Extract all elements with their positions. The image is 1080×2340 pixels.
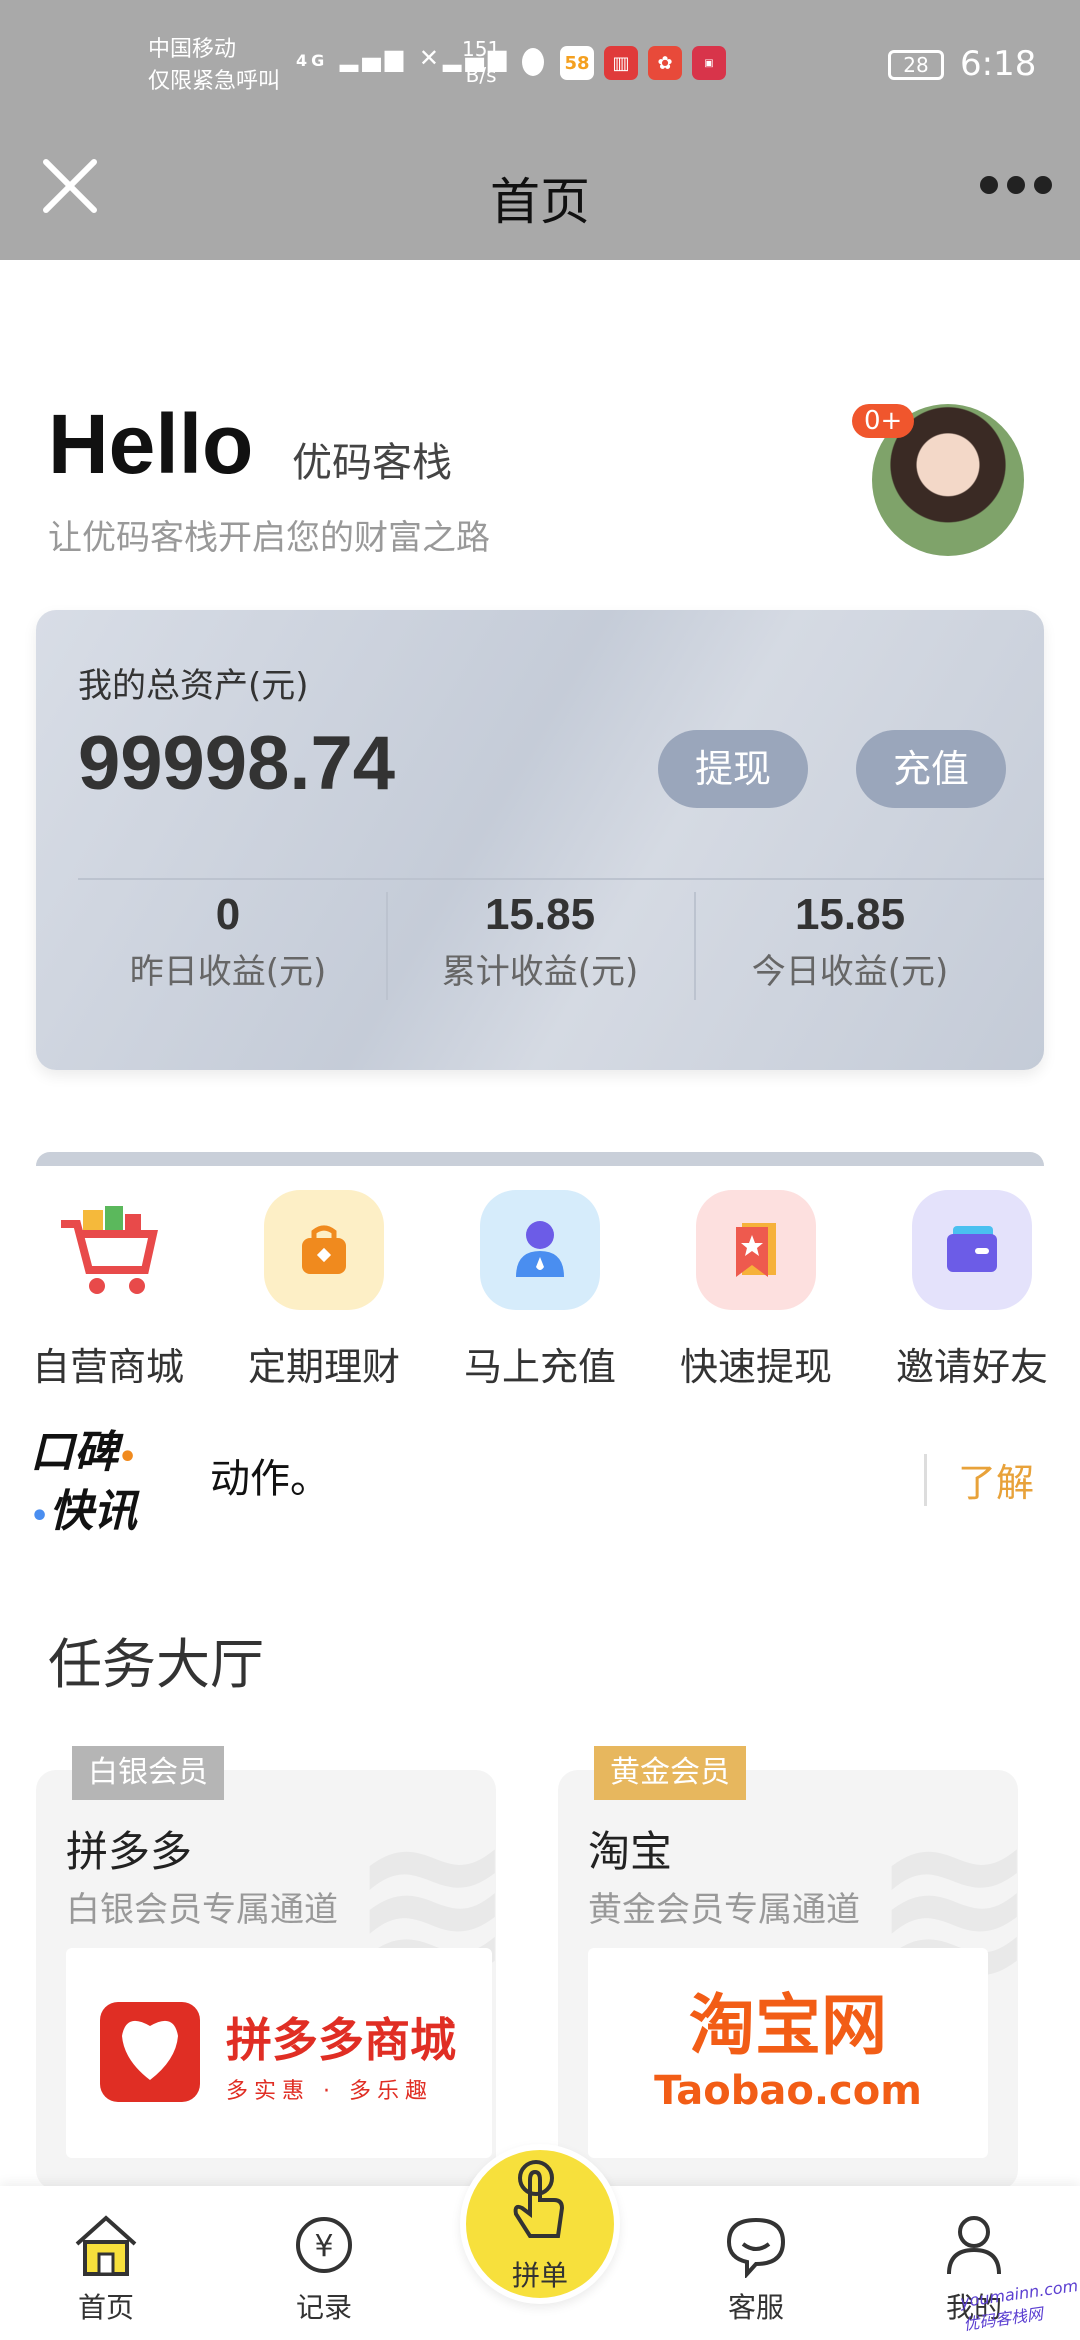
quick-menu-label: 邀请好友 bbox=[895, 1345, 1048, 1389]
total-assets-label: 我的总资产(元) bbox=[78, 666, 309, 706]
news-more-link[interactable]: 了解 bbox=[958, 1452, 1034, 1507]
section-title: 任务大厅 bbox=[48, 1633, 264, 1696]
fab-label: 拼单 bbox=[511, 2259, 568, 2292]
total-assets-value: 99998.74 bbox=[78, 721, 395, 806]
user-icon bbox=[947, 2216, 1001, 2275]
quick-menu-label: 定期理财 bbox=[247, 1345, 400, 1389]
speed-value: 151 bbox=[462, 37, 501, 61]
divider bbox=[694, 892, 696, 1000]
message-badge[interactable]: 0+ bbox=[852, 404, 915, 438]
pdd-logo-slogan: 多实惠 · 多乐趣 bbox=[226, 2079, 433, 2104]
quick-menu-withdraw[interactable]: 快速提现 bbox=[648, 1190, 864, 1391]
news-logo: 口碑• •快讯 bbox=[30, 1427, 138, 1537]
qq-icon bbox=[516, 46, 550, 80]
svg-text:¥: ¥ bbox=[314, 2229, 333, 2264]
recharge-button[interactable]: 充值 bbox=[856, 730, 1006, 808]
group-order-button[interactable]: 拼单 bbox=[460, 2144, 620, 2304]
reader-app-icon: ▥ bbox=[604, 46, 638, 80]
brand-name: 优码客栈 bbox=[292, 440, 452, 486]
asset-card: 我的总资产(元) 99998.74 提现 充值 0 昨日收益(元) 15.85 … bbox=[36, 610, 1044, 1070]
bookmark-star-icon bbox=[696, 1190, 816, 1310]
task-name: 淘宝 bbox=[588, 1827, 673, 1876]
taobao-logo: 淘宝网 Taobao.com bbox=[588, 1948, 988, 2158]
taobao-logo-title: 淘宝网 bbox=[689, 1987, 887, 2064]
tab-label: 客服 bbox=[727, 2291, 784, 2324]
more-button[interactable] bbox=[980, 170, 1052, 200]
stat-cumulative: 15.85 累计收益(元) bbox=[390, 890, 690, 993]
greeting-hello: Hello bbox=[48, 397, 254, 491]
pdd-logo: 拼多多商城 多实惠 · 多乐趣 bbox=[66, 1948, 492, 2158]
tab-label: 首页 bbox=[77, 2291, 134, 2324]
signal-icon: ▂▄▆ bbox=[339, 44, 408, 72]
status-bar: 中国移动 仅限紧急呼叫 4G ▂▄▆ ✕▂▄▆ ◠ 151 B/s 58 ▥ ✿… bbox=[0, 0, 1080, 130]
tab-customer-service[interactable]: 客服 bbox=[676, 2212, 836, 2326]
divider bbox=[386, 892, 388, 1000]
wallet-icon bbox=[912, 1190, 1032, 1310]
news-logo-line1: 口碑 bbox=[30, 1427, 118, 1478]
quick-menu-recharge[interactable]: 马上充值 bbox=[432, 1190, 648, 1391]
more-icon-dot bbox=[1034, 176, 1052, 194]
task-subtitle: 白银会员专属通道 bbox=[66, 1890, 338, 1930]
nav-bar: 首页 bbox=[0, 130, 1080, 260]
quick-menu-label: 自营商城 bbox=[31, 1345, 184, 1389]
58-app-icon: 58 bbox=[560, 46, 594, 80]
lotus-app-icon: ✿ bbox=[648, 46, 682, 80]
person-icon bbox=[480, 1190, 600, 1310]
divider bbox=[924, 1454, 927, 1506]
news-logo-line2: 快讯 bbox=[49, 1486, 138, 1537]
secondary-card-edge bbox=[36, 1152, 1044, 1166]
quick-menu: 自营商城 定期理财 马上充值 快速提现 邀请好友 bbox=[0, 1190, 1080, 1390]
carrier-info: 中国移动 仅限紧急呼叫 bbox=[148, 34, 280, 98]
task-name: 拼多多 bbox=[66, 1827, 193, 1876]
slogan: 让优码客栈开启您的财富之路 bbox=[48, 518, 490, 558]
quick-menu-label: 马上充值 bbox=[463, 1345, 616, 1389]
pdd-logo-title: 拼多多商城 bbox=[226, 2013, 456, 2067]
task-card-taobao[interactable]: ≋ 淘宝 黄金会员专属通道 淘宝网 Taobao.com bbox=[558, 1770, 1018, 2190]
yuan-record-icon: ¥ bbox=[296, 2217, 352, 2273]
speed-unit: B/s bbox=[465, 63, 497, 87]
stat-label: 昨日收益(元) bbox=[129, 952, 327, 992]
stat-value: 15.85 bbox=[794, 890, 906, 939]
bag-icon bbox=[264, 1190, 384, 1310]
chat-bubble-icon bbox=[726, 2217, 786, 2280]
stat-value: 0 bbox=[215, 890, 241, 939]
battery-icon: 28 bbox=[888, 50, 944, 80]
gold-member-badge: 黄金会员 bbox=[594, 1746, 746, 1800]
stat-yesterday: 0 昨日收益(元) bbox=[78, 890, 378, 993]
carrier-name: 中国移动 bbox=[148, 37, 237, 62]
home-icon bbox=[75, 2215, 137, 2276]
news-ticker[interactable]: 口碑• •快讯 动作。 了解 bbox=[0, 1410, 1080, 1540]
stat-today: 15.85 今日收益(元) bbox=[700, 890, 1000, 993]
quick-menu-invite[interactable]: 邀请好友 bbox=[864, 1190, 1080, 1391]
tab-records[interactable]: ¥ 记录 bbox=[244, 2212, 404, 2326]
taobao-logo-url: Taobao.com bbox=[654, 2068, 922, 2114]
carrier-status: 仅限紧急呼叫 bbox=[148, 69, 281, 94]
more-icon-dot bbox=[1007, 176, 1025, 194]
shopping-cart-icon bbox=[48, 1190, 168, 1310]
tab-home[interactable]: 首页 bbox=[26, 2212, 186, 2326]
mall-app-icon: ▣ bbox=[692, 46, 726, 80]
quick-menu-mall[interactable]: 自营商城 bbox=[0, 1190, 216, 1391]
news-text: 动作。 bbox=[210, 1456, 330, 1502]
network-type: 4G bbox=[296, 51, 329, 70]
quick-menu-label: 快速提现 bbox=[679, 1345, 832, 1389]
network-speed: 151 B/s bbox=[462, 36, 500, 88]
stat-label: 累计收益(元) bbox=[441, 952, 639, 992]
tab-label: 记录 bbox=[295, 2291, 352, 2324]
stat-label: 今日收益(元) bbox=[751, 952, 949, 992]
divider bbox=[78, 878, 1044, 880]
quick-menu-finance[interactable]: 定期理财 bbox=[216, 1190, 432, 1391]
task-card-pdd[interactable]: ≋ 拼多多 白银会员专属通道 拼多多商城 多实惠 · 多乐趣 bbox=[36, 1770, 496, 2190]
stat-value: 15.85 bbox=[484, 890, 596, 939]
signal-icons: 4G ▂▄▆ ✕▂▄▆ ◠ bbox=[296, 44, 547, 72]
task-subtitle: 黄金会员专属通道 bbox=[588, 1890, 860, 1930]
withdraw-button[interactable]: 提现 bbox=[658, 730, 808, 808]
tap-hand-icon bbox=[513, 2160, 565, 2238]
silver-member-badge: 白银会员 bbox=[72, 1746, 224, 1800]
more-icon-dot bbox=[980, 176, 998, 194]
notification-icons: 58 ▥ ✿ ▣ bbox=[516, 46, 726, 80]
clock: 6:18 bbox=[960, 44, 1037, 84]
page-title: 首页 bbox=[490, 173, 590, 231]
